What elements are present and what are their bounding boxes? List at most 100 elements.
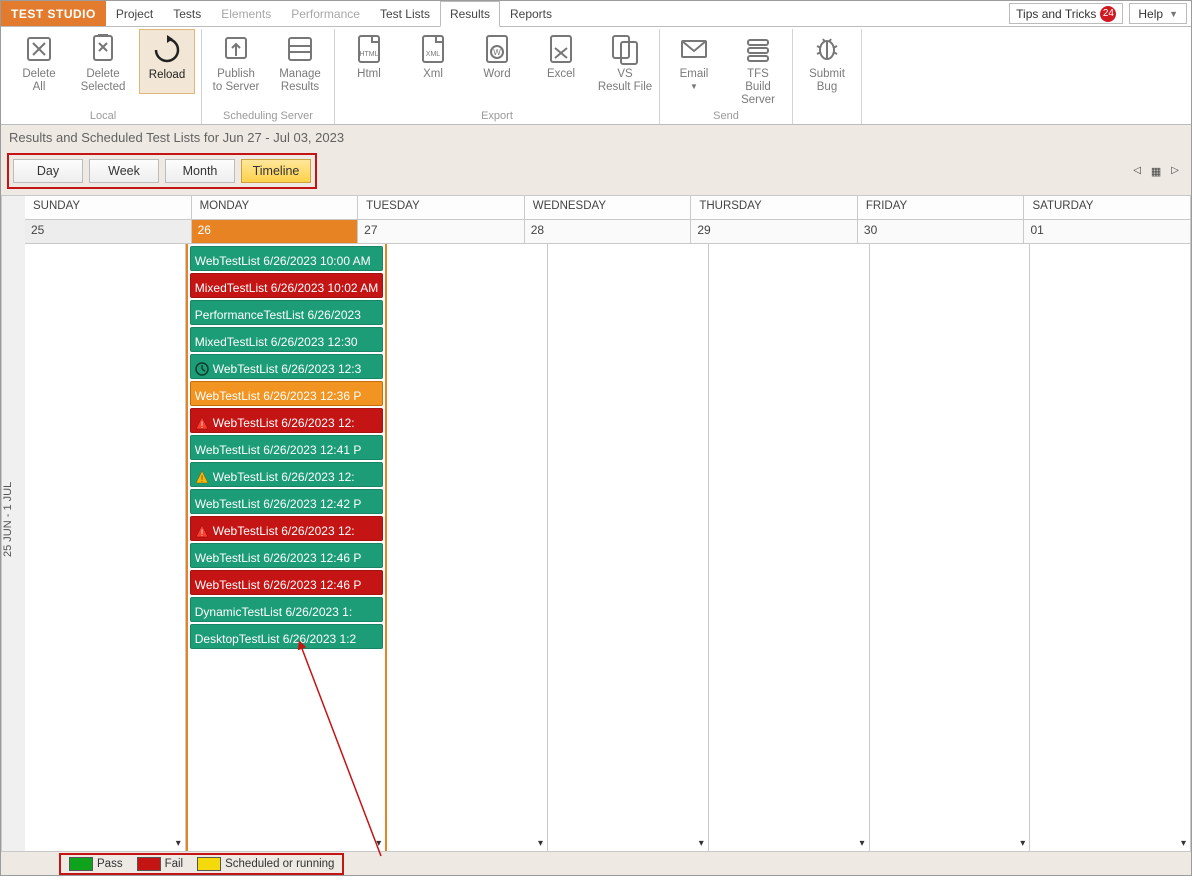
day-cell[interactable]: ▾ — [25, 244, 186, 851]
day-cell[interactable]: WebTestList 6/26/2023 10:00 AM MixedTestL… — [186, 244, 387, 851]
event-item[interactable]: DynamicTestList 6/26/2023 1: — [190, 597, 383, 622]
day-cell[interactable]: ▾ — [548, 244, 709, 851]
menu-performance[interactable]: Performance — [281, 1, 370, 26]
ribbon-xml-button[interactable]: XML Xml — [405, 29, 461, 94]
event-item[interactable]: WebTestList 6/26/2023 12:41 P — [190, 435, 383, 460]
day-header: SATURDAY — [1024, 196, 1191, 219]
menu-test-lists[interactable]: Test Lists — [370, 1, 440, 26]
event-label: WebTestList 6/26/2023 12:46 P — [195, 551, 362, 565]
expand-day-icon[interactable]: ▾ — [538, 838, 543, 849]
event-item[interactable]: ! WebTestList 6/26/2023 12: — [190, 462, 383, 487]
legend-highlight: Pass Fail Scheduled or running — [59, 853, 344, 875]
ribbon-html-button[interactable]: HTML Html — [341, 29, 397, 94]
event-item[interactable]: WebTestList 6/26/2023 12:3 — [190, 354, 383, 379]
legend-item-yellow: Scheduled or running — [197, 857, 334, 871]
manage-icon — [282, 31, 318, 67]
view-week-button[interactable]: Week — [89, 159, 159, 183]
svg-text:HTML: HTML — [359, 51, 378, 58]
event-item[interactable]: WebTestList 6/26/2023 12:42 P — [190, 489, 383, 514]
date-cell[interactable]: 01 — [1024, 220, 1191, 243]
day-cell[interactable]: ▾ — [709, 244, 870, 851]
ribbon-reload-button[interactable]: Reload — [139, 29, 195, 94]
event-label: WebTestList 6/26/2023 12: — [213, 524, 355, 538]
ribbon-excel-button[interactable]: Excel — [533, 29, 589, 94]
menu-results[interactable]: Results — [440, 1, 500, 27]
event-item[interactable]: WebTestList 6/26/2023 10:00 AM — [190, 246, 383, 271]
legend-item-red: Fail — [137, 857, 184, 871]
view-bar: DayWeekMonthTimeline ◁ ▦ ▷ — [1, 150, 1191, 195]
menu-reports[interactable]: Reports — [500, 1, 562, 26]
svg-text:!: ! — [201, 474, 204, 484]
event-item[interactable]: PerformanceTestList 6/26/2023 — [190, 300, 383, 325]
event-item[interactable]: MixedTestList 6/26/2023 10:02 AM — [190, 273, 383, 298]
menu-tests[interactable]: Tests — [163, 1, 211, 26]
day-cell[interactable]: ▾ — [870, 244, 1031, 851]
prev-nav-icon[interactable]: ◁ — [1133, 165, 1141, 178]
day-cell[interactable]: ▾ — [387, 244, 548, 851]
event-item[interactable]: WebTestList 6/26/2023 12:46 P — [190, 570, 383, 595]
event-label: WebTestList 6/26/2023 10:00 AM — [195, 254, 371, 268]
event-item[interactable]: ! WebTestList 6/26/2023 12: — [190, 516, 383, 541]
swatch-red — [137, 857, 161, 871]
expand-day-icon[interactable]: ▾ — [376, 838, 381, 849]
view-buttons-highlight: DayWeekMonthTimeline — [7, 153, 317, 189]
ribbon-label: Xml — [423, 68, 443, 81]
event-item[interactable]: ! WebTestList 6/26/2023 12: — [190, 408, 383, 433]
date-cell[interactable]: 29 — [691, 220, 858, 243]
date-cell[interactable]: 25 — [25, 220, 192, 243]
event-item[interactable]: MixedTestList 6/26/2023 12:30 — [190, 327, 383, 352]
help-menu[interactable]: Help ▼ — [1129, 3, 1187, 24]
event-item[interactable]: WebTestList 6/26/2023 12:36 P — [190, 381, 383, 406]
expand-day-icon[interactable]: ▾ — [859, 838, 864, 849]
svg-text:!: ! — [201, 420, 204, 430]
ribbon-word-button[interactable]: W Word — [469, 29, 525, 94]
view-timeline-button[interactable]: Timeline — [241, 159, 311, 183]
ribbon-manage-button[interactable]: ManageResults — [272, 29, 328, 94]
app-window: TEST STUDIO ProjectTestsElementsPerforma… — [0, 0, 1192, 876]
swatch-green — [69, 857, 93, 871]
day-cell[interactable]: ▾ — [1030, 244, 1191, 851]
email-icon — [676, 31, 712, 67]
svg-text:!: ! — [201, 528, 204, 538]
next-nav-icon[interactable]: ▷ — [1171, 165, 1179, 178]
event-label: WebTestList 6/26/2023 12:42 P — [195, 497, 362, 511]
menu-project[interactable]: Project — [106, 1, 163, 26]
event-label: MixedTestList 6/26/2023 10:02 AM — [195, 281, 378, 295]
delete-selected-icon — [85, 31, 121, 67]
event-item[interactable]: DesktopTestList 6/26/2023 1:2 — [190, 624, 383, 649]
expand-day-icon[interactable]: ▾ — [1020, 838, 1025, 849]
expand-day-icon[interactable]: ▾ — [1181, 838, 1186, 849]
group-caption: Export — [481, 110, 513, 122]
ribbon-tfs-button[interactable]: TFSBuild Server — [730, 29, 786, 108]
date-cell[interactable]: 30 — [858, 220, 1025, 243]
dropdown-icon: ▼ — [1169, 9, 1178, 19]
expand-day-icon[interactable]: ▾ — [176, 838, 181, 849]
calendar-nav: ◁ ▦ ▷ — [1133, 165, 1185, 178]
date-cell[interactable]: 26 — [192, 220, 359, 243]
date-cell[interactable]: 27 — [358, 220, 525, 243]
tips-and-tricks[interactable]: Tips and Tricks 24 — [1009, 3, 1123, 24]
menu-elements[interactable]: Elements — [211, 1, 281, 26]
dropdown-icon: ▼ — [690, 82, 698, 91]
ribbon-email-button[interactable]: Email ▼ — [666, 29, 722, 108]
event-label: PerformanceTestList 6/26/2023 — [195, 308, 361, 322]
ribbon-bug-button[interactable]: SubmitBug — [799, 29, 855, 94]
date-cell[interactable]: 28 — [525, 220, 692, 243]
event-label: WebTestList 6/26/2023 12:41 P — [195, 443, 362, 457]
event-label: WebTestList 6/26/2023 12: — [213, 416, 355, 430]
view-day-button[interactable]: Day — [13, 159, 83, 183]
ribbon-publish-button[interactable]: Publishto Server — [208, 29, 264, 94]
grid-nav-icon[interactable]: ▦ — [1151, 165, 1161, 178]
vs-icon — [607, 31, 643, 67]
expand-day-icon[interactable]: ▾ — [699, 838, 704, 849]
event-label: WebTestList 6/26/2023 12: — [213, 470, 355, 484]
html-icon: HTML — [351, 31, 387, 67]
ribbon-delete-all-button[interactable]: DeleteAll — [11, 29, 67, 94]
event-item[interactable]: WebTestList 6/26/2023 12:46 P — [190, 543, 383, 568]
ribbon-vs-button[interactable]: VSResult File — [597, 29, 653, 94]
day-header: FRIDAY — [858, 196, 1025, 219]
ribbon-delete-selected-button[interactable]: DeleteSelected — [75, 29, 131, 94]
event-label: WebTestList 6/26/2023 12:3 — [213, 362, 362, 376]
legend-item-green: Pass — [69, 857, 123, 871]
view-month-button[interactable]: Month — [165, 159, 235, 183]
